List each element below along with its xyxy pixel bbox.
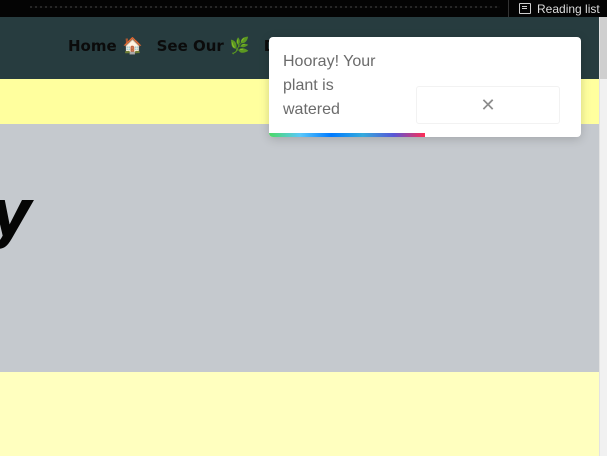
- close-icon: ✕: [480, 94, 496, 116]
- nav-see-our-label: See Our: [156, 37, 224, 55]
- page-scrollbar[interactable]: [599, 17, 607, 456]
- leaf-icon: 🌿: [229, 36, 250, 55]
- toast-close-button[interactable]: ✕: [416, 86, 560, 124]
- scrollbar-thumb[interactable]: [600, 17, 607, 79]
- nav-home-label: Home: [68, 37, 117, 55]
- house-icon: 🏠: [122, 36, 143, 55]
- hero-heading-fragment: y: [0, 182, 32, 246]
- browser-top-bar: Reading list: [0, 0, 607, 17]
- reading-list-label: Reading list: [537, 1, 600, 16]
- reading-list-button[interactable]: Reading list: [508, 0, 607, 17]
- reading-list-icon: [519, 3, 531, 14]
- toast-notification: Hooray! Your plant is watered ✕: [269, 37, 581, 137]
- tab-strip: [30, 6, 500, 8]
- toast-message: Hooray! Your plant is watered: [283, 53, 376, 118]
- toast-progress-bar: [269, 133, 425, 137]
- nav-home[interactable]: Home 🏠: [68, 37, 143, 55]
- nav-see-our[interactable]: See Our 🌿: [157, 37, 250, 55]
- nav-links: Home 🏠 See Our 🌿 De: [68, 37, 286, 55]
- bottom-section: [0, 372, 600, 456]
- hero-section: y: [0, 124, 600, 372]
